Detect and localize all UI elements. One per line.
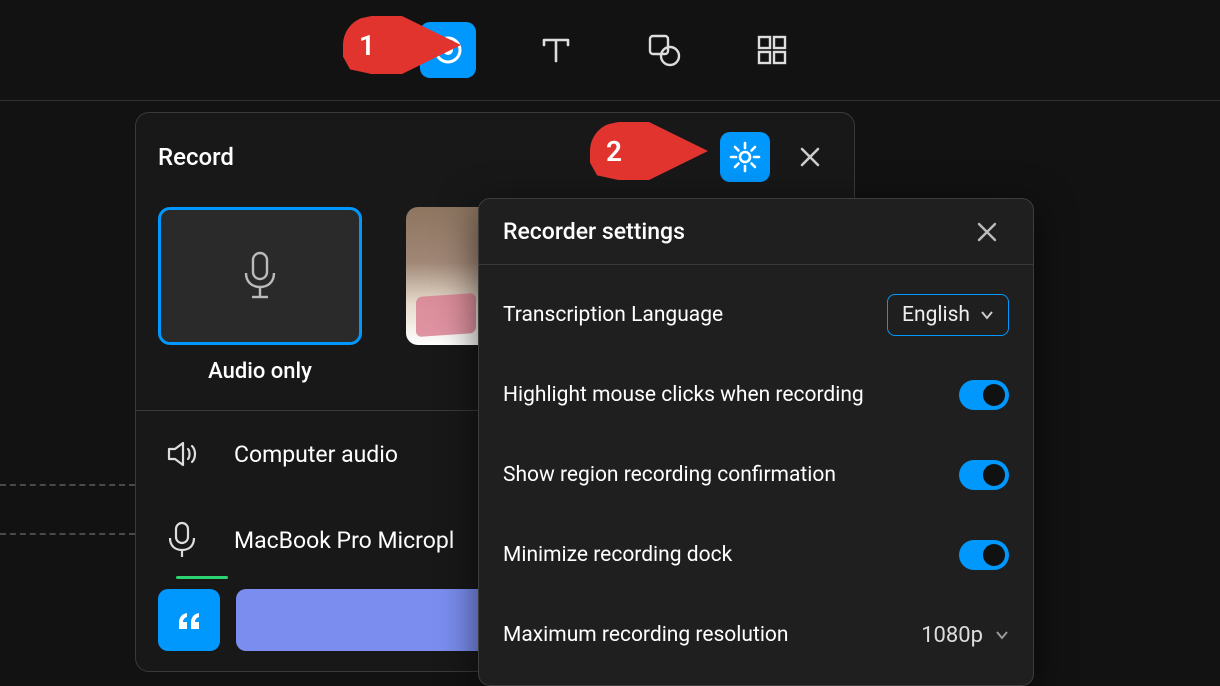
- annotation-callout-1-label: 1: [359, 29, 375, 62]
- region-confirmation-toggle[interactable]: [959, 460, 1009, 490]
- settings-header: Recorder settings: [479, 199, 1033, 265]
- close-icon: [976, 221, 998, 243]
- record-mode-audio-thumb: [158, 207, 362, 345]
- quote-icon: [174, 605, 204, 635]
- transcription-language-value: English: [902, 303, 970, 327]
- toolbar-text-button[interactable]: [528, 22, 584, 78]
- highlight-clicks-label: Highlight mouse clicks when recording: [503, 383, 959, 407]
- recorder-settings-panel: Recorder settings Transcription Language…: [478, 198, 1034, 686]
- setting-highlight-clicks: Highlight mouse clicks when recording: [503, 355, 1009, 435]
- timeline-track-guide: [0, 533, 135, 535]
- microphone-icon: [167, 521, 197, 559]
- transcription-language-select[interactable]: English: [887, 294, 1009, 336]
- toolbar-divider: [0, 100, 1220, 101]
- transcription-toggle-button[interactable]: [158, 589, 220, 651]
- microphone-label: MacBook Pro Micropl: [234, 527, 454, 554]
- chevron-down-icon: [995, 628, 1009, 642]
- close-icon: [798, 145, 822, 169]
- setting-region-confirmation: Show region recording confirmation: [503, 435, 1009, 515]
- toolbar-apps-button[interactable]: [744, 22, 800, 78]
- speaker-icon: [165, 437, 199, 471]
- settings-close-button[interactable]: [965, 210, 1009, 254]
- transcription-language-label: Transcription Language: [503, 303, 887, 327]
- gear-icon: [729, 141, 761, 173]
- max-resolution-select[interactable]: 1080p: [921, 623, 1009, 648]
- settings-title: Recorder settings: [503, 218, 965, 245]
- setting-transcription-language: Transcription Language English: [503, 275, 1009, 355]
- minimize-dock-label: Minimize recording dock: [503, 543, 959, 567]
- setting-minimize-dock: Minimize recording dock: [503, 515, 1009, 595]
- record-panel-close-button[interactable]: [788, 135, 832, 179]
- grid-icon: [756, 34, 788, 66]
- minimize-dock-toggle[interactable]: [959, 540, 1009, 570]
- chevron-down-icon: [980, 308, 994, 322]
- highlight-clicks-toggle[interactable]: [959, 380, 1009, 410]
- shapes-icon: [645, 31, 683, 69]
- record-mode-audio-label: Audio only: [208, 359, 312, 384]
- max-resolution-value: 1080p: [921, 623, 983, 648]
- recorder-settings-button[interactable]: [720, 132, 770, 182]
- settings-body: Transcription Language English Highlight…: [479, 265, 1033, 685]
- microphone-active-indicator: [176, 576, 228, 579]
- toolbar-shapes-button[interactable]: [636, 22, 692, 78]
- max-resolution-label: Maximum recording resolution: [503, 623, 921, 647]
- annotation-callout-2-label: 2: [606, 135, 622, 168]
- computer-audio-label: Computer audio: [234, 441, 398, 468]
- record-panel-title: Record: [158, 143, 234, 171]
- timeline-track-guide: [0, 484, 135, 486]
- setting-max-resolution: Maximum recording resolution 1080p: [503, 595, 1009, 675]
- region-confirmation-label: Show region recording confirmation: [503, 463, 959, 487]
- text-icon: [539, 33, 573, 67]
- top-toolbar: [0, 0, 1220, 100]
- record-panel-header: Record: [158, 135, 832, 179]
- record-mode-audio-only[interactable]: Audio only: [158, 207, 362, 384]
- microphone-icon: [240, 251, 280, 301]
